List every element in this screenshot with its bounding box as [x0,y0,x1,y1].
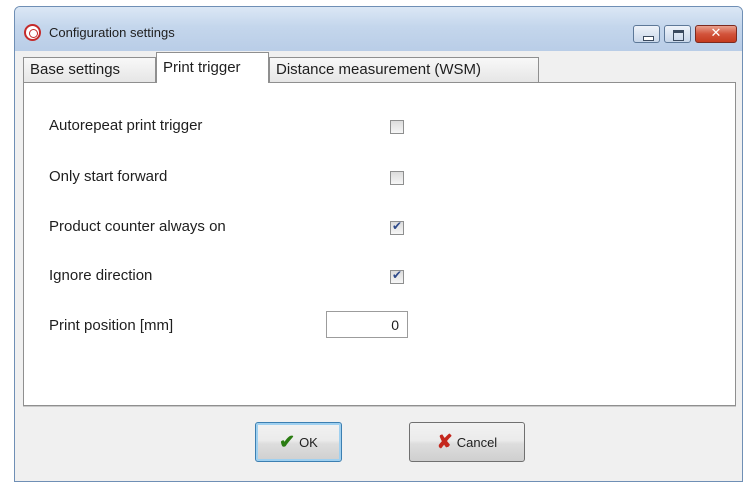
check-mark-icon: ✔ [391,219,403,233]
tab-base-settings[interactable]: Base settings [23,57,156,82]
cross-icon: ✘ [436,431,453,453]
maximize-icon [673,30,684,41]
ok-button-label: OK [299,434,318,450]
print-position-label: Print position [mm] [49,317,174,334]
configuration-window: Configuration settings ✕ Base settings P… [14,6,743,482]
minimize-icon [643,36,654,41]
ignore-direction-checkbox[interactable]: ✔ [390,268,404,284]
ignore-direction-label: Ignore direction [49,267,153,284]
minimize-button[interactable] [633,25,660,43]
title-bar[interactable]: Configuration settings ✕ [15,7,742,51]
maximize-button[interactable] [664,25,691,43]
app-logo-icon [24,24,41,41]
autorepeat-checkbox[interactable] [390,120,404,134]
check-mark-icon: ✔ [391,268,403,282]
footer-divider [23,406,736,407]
close-icon: ✕ [710,25,722,40]
close-button[interactable]: ✕ [695,25,737,43]
print-trigger-panel: Autorepeat print trigger Only start forw… [23,82,736,406]
window-title: Configuration settings [49,25,175,40]
print-position-input[interactable] [326,311,408,338]
ok-button[interactable]: ✔ OK [255,422,342,462]
cancel-button[interactable]: ✘ Cancel [409,422,525,462]
checkmark-icon: ✔ [279,431,296,453]
product-counter-label: Product counter always on [49,218,226,235]
only-start-forward-label: Only start forward [49,168,168,185]
tab-distance-measurement[interactable]: Distance measurement (WSM) [269,57,539,82]
product-counter-checkbox[interactable]: ✔ [390,219,404,235]
cancel-button-label: Cancel [456,434,498,450]
autorepeat-label: Autorepeat print trigger [49,117,203,134]
only-start-forward-checkbox[interactable] [390,171,404,185]
tab-print-trigger[interactable]: Print trigger [156,52,269,83]
